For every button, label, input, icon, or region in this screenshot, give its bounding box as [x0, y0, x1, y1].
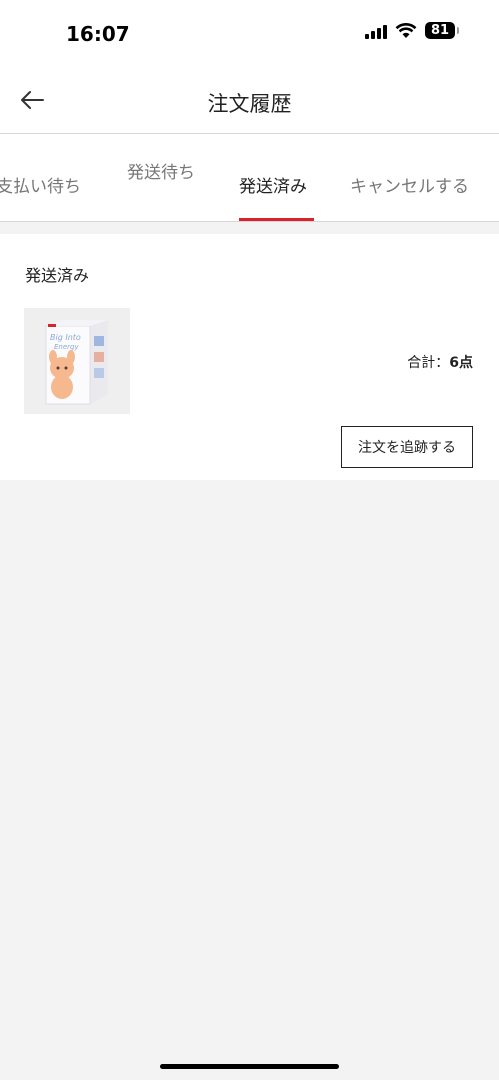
tab-cancelled[interactable]: キャンセルする	[350, 172, 469, 197]
track-order-button[interactable]: 注文を追跡する	[341, 426, 473, 468]
svg-text:Big Into: Big Into	[50, 333, 81, 342]
product-box-image: Big Into Energy	[24, 308, 130, 414]
page-title: 注文履歴	[207, 92, 292, 116]
svg-text:Energy: Energy	[54, 343, 79, 351]
battery-icon: 81	[425, 22, 459, 39]
order-card[interactable]: 発送済み Big Into Energy 合計：6点 注文を追跡する	[0, 234, 499, 480]
status-icons: 81	[365, 22, 459, 39]
status-bar: 16:07 81	[0, 0, 499, 68]
home-indicator	[160, 1064, 339, 1069]
status-time: 16:07	[66, 22, 130, 46]
nav-bar: 注文履歴	[0, 68, 499, 134]
order-tabs: 支払い待ち 発送待ち 発送済み キャンセルする	[0, 134, 499, 222]
order-total: 合計：6点	[407, 352, 473, 372]
order-status: 発送済み	[25, 266, 90, 285]
battery-level: 81	[430, 23, 450, 38]
active-tab-indicator	[239, 218, 314, 221]
tab-awaiting-payment[interactable]: 支払い待ち	[0, 172, 81, 197]
product-thumbnail[interactable]: Big Into Energy	[24, 308, 130, 414]
wifi-icon	[395, 22, 417, 38]
order-total-label: 合計：	[407, 355, 450, 371]
tab-shipped[interactable]: 発送済み	[239, 172, 307, 197]
order-total-count: 6点	[449, 355, 473, 371]
signal-icon	[365, 23, 387, 39]
tab-awaiting-shipment[interactable]: 発送待ち	[127, 158, 195, 183]
